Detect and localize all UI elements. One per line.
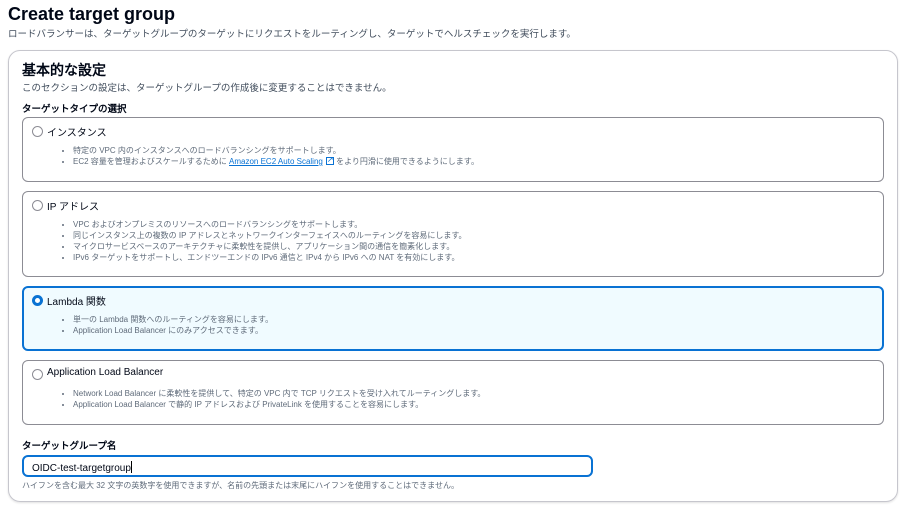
page-title: Create target group — [8, 4, 176, 24]
ec2-auto-scaling-link[interactable]: Amazon EC2 Auto Scaling — [229, 157, 323, 166]
option-label: Application Load Balancer — [47, 367, 164, 378]
radio-lambda[interactable] — [32, 295, 43, 306]
section-description: このセクションの設定は、ターゲットグループの作成後に変更することはできません。 — [22, 83, 392, 94]
option-ip-address[interactable]: IP アドレス VPC およびオンプレミスのリソースへのロードバランシングをサポ… — [22, 191, 884, 277]
bullet: Network Load Balancer に柔軟性を提供して、特定の VPC … — [73, 388, 485, 399]
option-label: Lambda 関数 — [47, 297, 106, 308]
option-alb[interactable]: Application Load Balancer Network Load B… — [22, 360, 884, 425]
external-link-icon — [325, 154, 334, 165]
bullet: 同じインスタンス上の複数の IP アドレスとネットワークインターフェイスへのルー… — [73, 230, 467, 241]
bullet: Application Load Balancer で静的 IP アドレスおよび… — [73, 399, 485, 410]
bullet: Application Load Balancer にのみアクセスできます。 — [73, 325, 273, 336]
option-label: IP アドレス — [47, 202, 100, 213]
option-label: インスタンス — [47, 128, 107, 139]
section-title: 基本的な設定 — [22, 62, 106, 78]
bullet: VPC およびオンプレミスのリソースへのロードバランシングをサポートします。 — [73, 219, 467, 230]
radio-ip-address[interactable] — [32, 200, 43, 211]
bullet: EC2 容量を管理およびスケールするために Amazon EC2 Auto Sc… — [73, 154, 479, 167]
option-lambda[interactable]: Lambda 関数 単一の Lambda 関数へのルーティングを容易にします。 … — [22, 286, 884, 351]
name-hint: ハイフンを含む最大 32 文字の英数字を使用できますが、名前の先頭または末尾にハ… — [22, 481, 459, 490]
radio-alb[interactable] — [32, 369, 43, 380]
target-group-name-input[interactable]: OIDC-test-targetgroup — [22, 455, 593, 477]
bullet-text: をより円滑に使用できるようにします。 — [333, 157, 479, 166]
target-type-label: ターゲットタイプの選択 — [22, 104, 127, 115]
bullet: IPv6 ターゲットをサポートし、エンドツーエンドの IPv6 通信と IPv4… — [73, 252, 467, 263]
bullet: 特定の VPC 内のインスタンスへのロードバランシングをサポートします。 — [73, 145, 479, 156]
bullet: マイクロサービスベースのアーキテクチャに柔軟性を提供し、アプリケーション間の通信… — [73, 241, 467, 252]
input-value: OIDC-test-targetgroup — [32, 463, 131, 474]
radio-instance[interactable] — [32, 126, 43, 137]
bullet-text: EC2 容量を管理およびスケールするために — [73, 157, 230, 166]
option-instance[interactable]: インスタンス 特定の VPC 内のインスタンスへのロードバランシングをサポートし… — [22, 117, 884, 182]
target-group-name-label: ターゲットグループ名 — [22, 441, 117, 452]
bullet: 単一の Lambda 関数へのルーティングを容易にします。 — [73, 314, 273, 325]
text-caret — [130, 461, 132, 473]
page-subtitle: ロードバランサーは、ターゲットグループのターゲットにリクエストをルーティングし、… — [8, 29, 576, 40]
basic-settings-panel: 基本的な設定 このセクションの設定は、ターゲットグループの作成後に変更することは… — [8, 50, 898, 502]
